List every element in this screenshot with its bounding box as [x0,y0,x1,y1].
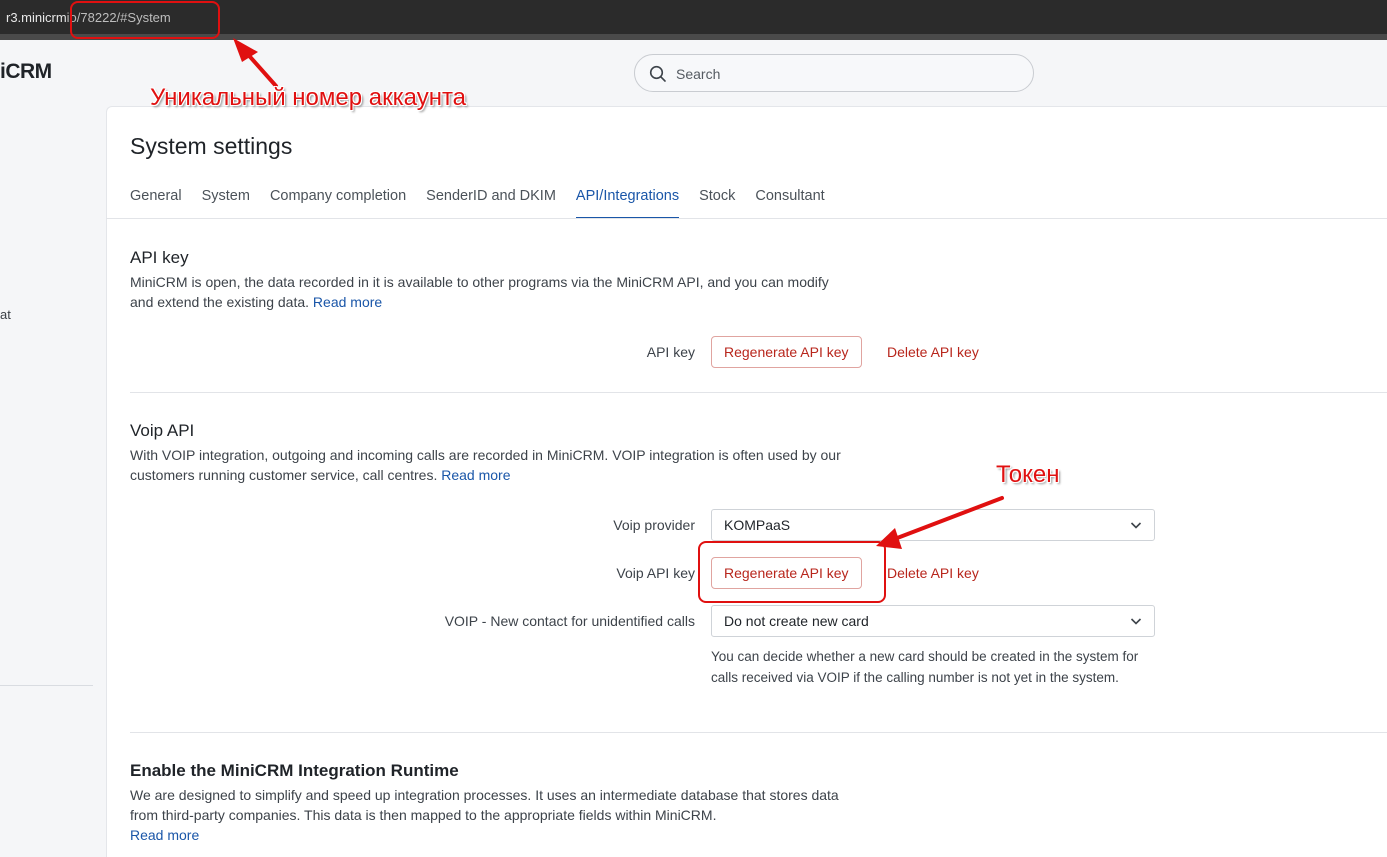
voip-new-contact-select[interactable]: Do not create new card [711,605,1155,637]
voip-provider-label: Voip provider [613,517,695,533]
api-key-description: MiniCRM is open, the data recorded in it… [130,272,850,312]
tab-general[interactable]: General [130,186,182,219]
api-key-read-more-link[interactable]: Read more [313,294,382,310]
account-id-highlight-box [70,1,220,39]
page-title: System settings [130,133,293,159]
search-icon [649,65,666,82]
chevron-down-icon [1130,522,1142,529]
url-host: r3.minicrm [6,10,67,25]
search-placeholder: Search [676,66,721,82]
settings-tabs: General System Company completion Sender… [130,186,845,219]
runtime-section-title: Enable the MiniCRM Integration Runtime [130,761,459,780]
section-divider [130,392,1387,393]
voip-section-title: Voip API [130,421,195,440]
tab-company-completion[interactable]: Company completion [270,186,406,219]
account-number-annotation: Уникальный номер аккаунта [150,84,467,111]
token-highlight-box [698,541,886,603]
tab-system[interactable]: System [202,186,250,219]
api-key-section-title: API key [130,248,189,267]
tab-senderid-dkim[interactable]: SenderID and DKIM [426,186,556,219]
runtime-read-more-link[interactable]: Read more [130,827,199,843]
voip-read-more-link[interactable]: Read more [441,467,510,483]
search-input[interactable]: Search [634,54,1034,92]
sidebar-item-partial[interactable]: at [0,307,11,322]
voip-description: With VOIP integration, outgoing and inco… [130,445,850,485]
tab-stock[interactable]: Stock [699,186,735,219]
sidebar [0,40,105,857]
tabs-underline [106,218,1387,219]
delete-api-key-button[interactable]: Delete API key [887,344,979,360]
voip-new-contact-label: VOIP - New contact for unidentified call… [444,613,695,629]
delete-voip-api-key-button[interactable]: Delete API key [887,565,979,581]
section-divider [130,732,1387,733]
token-annotation: Токен [996,461,1060,488]
sidebar-divider [0,685,93,686]
api-key-desc-text: MiniCRM is open, the data recorded in it… [130,274,829,310]
regenerate-api-key-button[interactable]: Regenerate API key [711,336,862,368]
tab-consultant[interactable]: Consultant [755,186,824,219]
voip-new-contact-value: Do not create new card [724,613,869,629]
voip-api-key-label: Voip API key [616,565,695,581]
voip-new-contact-help: You can decide whether a new card should… [711,649,1139,685]
voip-provider-value: KOMPaaS [724,517,791,533]
runtime-desc-text: We are designed to simplify and speed up… [130,787,839,823]
voip-provider-select[interactable]: KOMPaaS [711,509,1155,541]
brand-logo[interactable]: iCRM [0,60,52,84]
chevron-down-icon [1130,618,1142,625]
api-key-row-label: API key [646,344,695,360]
runtime-description: We are designed to simplify and speed up… [130,785,850,845]
tab-api-integrations[interactable]: API/Integrations [575,186,680,219]
